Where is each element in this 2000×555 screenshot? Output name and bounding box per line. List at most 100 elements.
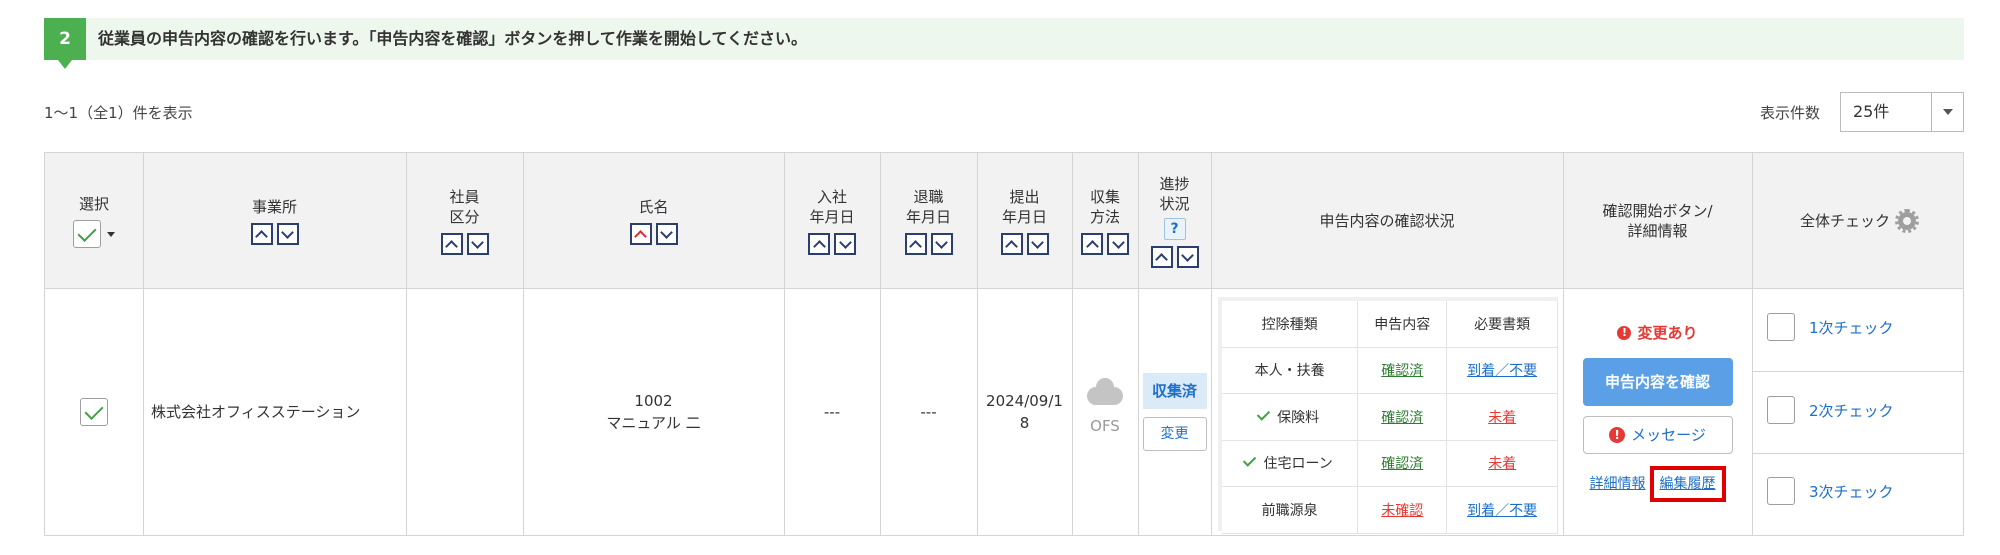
help-icon[interactable]: ? bbox=[1163, 218, 1186, 240]
sort-desc-icon[interactable] bbox=[655, 223, 678, 245]
header-confirm-status-label: 申告内容の確認状況 bbox=[1319, 212, 1455, 230]
deduction-content-link[interactable]: 確認済 bbox=[1381, 456, 1423, 472]
result-count: 1〜1（全1）件を表示 bbox=[44, 104, 193, 122]
deduction-docs-link[interactable]: 到着／不要 bbox=[1467, 363, 1537, 379]
step-number-badge: 2 bbox=[44, 18, 86, 69]
changed-note-text: 変更あり bbox=[1637, 324, 1698, 342]
header-submit-line2: 年月日 bbox=[1001, 208, 1047, 226]
row-leave-date: --- bbox=[920, 403, 937, 421]
sort-asc-icon[interactable] bbox=[904, 233, 927, 255]
header-join-line2: 年月日 bbox=[809, 208, 855, 226]
deduction-row: 保険料 確認済 未着 bbox=[1222, 394, 1558, 441]
sort-asc-icon[interactable] bbox=[1150, 246, 1173, 268]
check-2-label[interactable]: 2次チェック bbox=[1809, 400, 1894, 421]
message-button-label: メッセージ bbox=[1631, 426, 1706, 444]
sort-asc-icon[interactable] bbox=[1081, 233, 1103, 255]
row-progress-cell: 収集済 変更 bbox=[1138, 289, 1211, 535]
header-collect-line2: 方法 bbox=[1089, 208, 1120, 226]
check-row-2: 2次チェック bbox=[1753, 396, 1964, 424]
header-select-label: 選択 bbox=[78, 195, 109, 213]
sort-asc-icon[interactable] bbox=[808, 233, 830, 255]
header-employee-type: 社員 区分 bbox=[406, 153, 523, 289]
detail-links: 詳細情報 編集履歴 bbox=[1590, 466, 1726, 502]
cloud-icon bbox=[1087, 378, 1123, 405]
check-3-label[interactable]: 3次チェック bbox=[1809, 481, 1894, 502]
deduction-docs-link[interactable]: 到着／不要 bbox=[1467, 503, 1537, 519]
highlight-box: 編集履歴 bbox=[1649, 466, 1726, 502]
header-leave-line1: 退職 bbox=[913, 188, 944, 206]
deduction-type: 保険料 bbox=[1277, 409, 1320, 426]
row-collect-method: OFS bbox=[1090, 417, 1120, 435]
deduction-type: 本人・扶養 bbox=[1254, 363, 1325, 380]
header-start-line1: 確認開始ボタン/ bbox=[1602, 202, 1713, 220]
check-icon bbox=[1256, 407, 1271, 421]
header-name: 氏名 bbox=[523, 153, 784, 289]
header-leave-date: 退職 年月日 bbox=[880, 153, 977, 289]
deduction-type: 住宅ローン bbox=[1263, 456, 1333, 473]
sort-asc-icon[interactable] bbox=[250, 223, 273, 245]
gear-icon[interactable] bbox=[1895, 209, 1919, 233]
check-1-checkbox[interactable] bbox=[1767, 313, 1795, 341]
header-emp-type-line2: 区分 bbox=[449, 208, 480, 226]
sort-desc-icon[interactable] bbox=[466, 233, 489, 255]
deduction-docs-link[interactable]: 未着 bbox=[1488, 410, 1516, 426]
deduction-content-link[interactable]: 確認済 bbox=[1381, 363, 1423, 379]
sort-desc-icon[interactable] bbox=[1107, 233, 1129, 255]
header-select: 選択 bbox=[45, 153, 143, 289]
row-office-cell: 株式会社オフィスステーション bbox=[143, 289, 406, 535]
header-leave-line2: 年月日 bbox=[905, 208, 951, 226]
row-join-cell: --- bbox=[784, 289, 880, 535]
row-select-checkbox[interactable] bbox=[80, 398, 108, 426]
deduction-header-docs: 必要書類 bbox=[1447, 301, 1558, 348]
chevron-down-icon[interactable] bbox=[107, 231, 115, 237]
sort-desc-icon[interactable] bbox=[276, 223, 299, 245]
header-submit-line1: 提出 bbox=[1009, 188, 1040, 206]
check-row-3: 3次チェック bbox=[1753, 477, 1964, 505]
row-submit-cell: 2024/09/1 8 bbox=[977, 289, 1072, 535]
row-submit-date-line2: 8 bbox=[1019, 414, 1030, 432]
per-page-label: 表示件数 bbox=[1760, 104, 1821, 122]
sort-asc-active-icon[interactable] bbox=[629, 223, 652, 245]
check-2-checkbox[interactable] bbox=[1767, 396, 1795, 424]
row-leave-cell: --- bbox=[880, 289, 977, 535]
deduction-docs-link[interactable]: 未着 bbox=[1488, 456, 1516, 472]
deduction-content-link[interactable]: 未確認 bbox=[1381, 503, 1423, 519]
row-employee-name: マニュアル 二 bbox=[606, 414, 701, 432]
header-submit-date: 提出 年月日 bbox=[977, 153, 1072, 289]
instruction-text: 従業員の申告内容の確認を行います。「申告内容を確認」ボタンを押して作業を開始して… bbox=[98, 29, 807, 48]
sort-asc-icon[interactable] bbox=[1000, 233, 1023, 255]
message-button[interactable]: ! メッセージ bbox=[1582, 416, 1733, 454]
per-page-select[interactable]: 25件 bbox=[1840, 92, 1964, 132]
sort-desc-icon[interactable] bbox=[1026, 233, 1049, 255]
chevron-down-icon[interactable] bbox=[1931, 93, 1963, 131]
row-employee-id: 1002 bbox=[634, 392, 673, 410]
header-collect-method: 収集 方法 bbox=[1072, 153, 1138, 289]
header-all-check: 全体チェック bbox=[1752, 153, 1964, 289]
header-confirm-status: 申告内容の確認状況 bbox=[1211, 153, 1563, 289]
sort-desc-icon[interactable] bbox=[930, 233, 953, 255]
sort-desc-icon[interactable] bbox=[1176, 246, 1199, 268]
confirm-declaration-button[interactable]: 申告内容を確認 bbox=[1582, 358, 1733, 406]
sort-asc-icon[interactable] bbox=[440, 233, 463, 255]
deduction-row: 前職源泉 未確認 到着／不要 bbox=[1222, 487, 1558, 534]
employee-table: 選択 事業所 社員 区分 氏名 入社 年月日 退職 年月日 提出 年月日 収集 … bbox=[44, 152, 1964, 536]
check-3-checkbox[interactable] bbox=[1767, 477, 1795, 505]
changed-note: ! 変更あり bbox=[1617, 322, 1698, 344]
alert-icon: ! bbox=[1609, 427, 1626, 443]
row-action-cell: ! 変更あり 申告内容を確認 ! メッセージ 詳細情報 編集履歴 bbox=[1563, 289, 1752, 535]
alert-icon: ! bbox=[1617, 326, 1632, 340]
row-collect-cell: OFS bbox=[1072, 289, 1138, 535]
header-join-line1: 入社 bbox=[816, 188, 847, 206]
deduction-type: 前職源泉 bbox=[1261, 502, 1318, 519]
change-button[interactable]: 変更 bbox=[1142, 417, 1207, 451]
deduction-row: 住宅ローン 確認済 未着 bbox=[1222, 440, 1558, 487]
per-page-value: 25件 bbox=[1853, 102, 1890, 121]
edit-history-link[interactable]: 編集履歴 bbox=[1660, 476, 1716, 492]
row-submit-date-line1: 2024/09/1 bbox=[986, 392, 1063, 410]
deduction-content-link[interactable]: 確認済 bbox=[1381, 410, 1423, 426]
detail-info-link[interactable]: 詳細情報 bbox=[1590, 473, 1646, 495]
header-start-detail: 確認開始ボタン/ 詳細情報 bbox=[1563, 153, 1752, 289]
select-all-checkbox[interactable] bbox=[73, 220, 101, 248]
check-1-label[interactable]: 1次チェック bbox=[1809, 317, 1894, 338]
sort-desc-icon[interactable] bbox=[834, 233, 856, 255]
